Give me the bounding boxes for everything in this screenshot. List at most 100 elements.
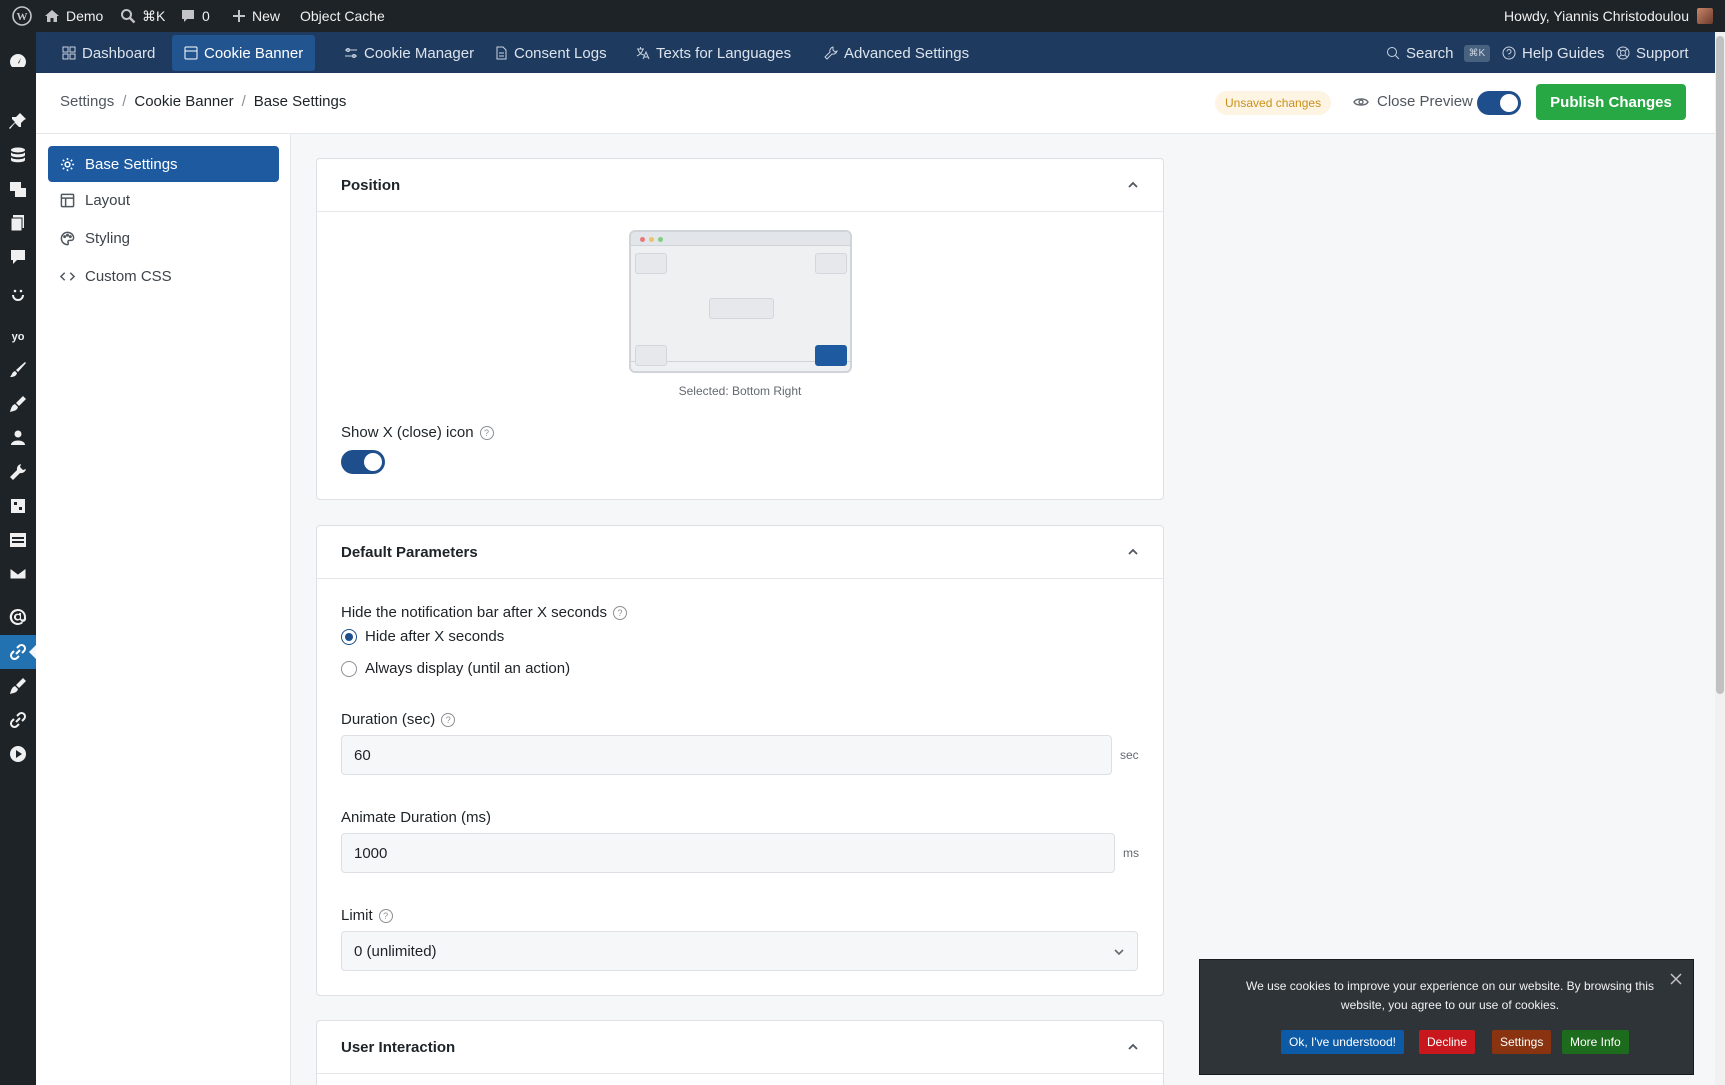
publish-changes-button[interactable]: Publish Changes	[1536, 84, 1686, 120]
site-name-link[interactable]: Demo	[36, 0, 111, 32]
eye-icon	[1353, 97, 1369, 106]
radio-hide-after-dot[interactable]	[341, 628, 357, 645]
sidebar-item-styling[interactable]: Styling	[48, 220, 279, 256]
duration-input[interactable]: 60	[341, 735, 1112, 775]
appearance-icon[interactable]	[0, 387, 36, 421]
database-icon[interactable]	[0, 138, 36, 172]
chevron-up-icon[interactable]	[1127, 179, 1139, 191]
tab-consent-logs[interactable]: Consent Logs	[482, 35, 619, 71]
cookie-settings-button[interactable]: Settings	[1492, 1030, 1552, 1054]
cookie-more-info-button[interactable]: More Info	[1562, 1030, 1629, 1054]
radio-always-display[interactable]: Always display (until an action)	[341, 660, 570, 677]
sidebar-item-label: Custom CSS	[85, 267, 172, 285]
chevron-down-icon	[1114, 949, 1124, 956]
cookie-ok-button[interactable]: Ok, I've understood!	[1281, 1030, 1405, 1054]
sidebar-item-custom-css[interactable]: Custom CSS	[48, 258, 279, 294]
default-parameters-header[interactable]: Default Parameters	[317, 526, 1163, 579]
hide-bar-label: Hide the notification bar after X second…	[341, 604, 607, 621]
wordpress-logo-icon[interactable]: W	[4, 0, 40, 32]
mail-icon[interactable]	[0, 557, 36, 591]
cookie-decline-button[interactable]: Decline	[1419, 1030, 1476, 1054]
link-icon[interactable]	[0, 635, 36, 669]
hammer-icon[interactable]	[0, 669, 36, 703]
pages-icon[interactable]	[0, 206, 36, 240]
duration-unit: sec	[1120, 748, 1139, 762]
nav-support-label: Support	[1636, 44, 1689, 62]
table-icon[interactable]	[0, 523, 36, 557]
tab-advanced-settings[interactable]: Advanced Settings	[812, 35, 981, 71]
comments-icon[interactable]	[0, 240, 36, 274]
object-cache-link[interactable]: Object Cache	[292, 0, 393, 32]
position-top-left[interactable]	[635, 253, 667, 274]
media-icon[interactable]	[0, 172, 36, 206]
position-card-header[interactable]: Position	[317, 159, 1163, 212]
tab-dashboard[interactable]: Dashboard	[50, 35, 167, 71]
chevron-up-icon[interactable]	[1127, 1041, 1139, 1053]
tools-icon[interactable]	[0, 455, 36, 489]
sidebar-item-label: Base Settings	[85, 155, 178, 173]
tab-consent-logs-label: Consent Logs	[514, 44, 607, 62]
search-kbd: ⌘K	[1463, 44, 1491, 62]
search-shortcut[interactable]: ⌘K	[112, 0, 173, 32]
animate-label: Animate Duration (ms)	[341, 809, 492, 826]
scrollbar-thumb[interactable]	[1716, 36, 1724, 694]
my-account[interactable]: Howdy, Yiannis Christodoulou	[1504, 0, 1713, 32]
duration-label: Duration (sec)	[341, 711, 436, 728]
smile-icon[interactable]	[0, 278, 36, 312]
animate-duration-input[interactable]: 1000	[341, 833, 1115, 873]
radio-hide-after[interactable]: Hide after X seconds	[341, 628, 504, 645]
document-icon	[496, 46, 507, 60]
position-bottom-right[interactable]	[815, 345, 847, 366]
search-icon	[121, 9, 136, 24]
plugins-icon[interactable]	[0, 489, 36, 523]
sidebar-item-layout[interactable]: Layout	[48, 182, 279, 218]
cookie-banner-message: We use cookies to improve your experienc…	[1246, 979, 1654, 1012]
nav-support[interactable]: Support	[1604, 35, 1701, 71]
play-icon[interactable]	[0, 737, 36, 771]
radio-always-display-dot[interactable]	[341, 660, 357, 677]
default-parameters-card: Default Parameters Hide the notification…	[316, 525, 1164, 996]
avatar	[1697, 8, 1713, 24]
show-x-toggle[interactable]	[341, 450, 385, 474]
wrench-icon	[824, 46, 838, 60]
at-icon[interactable]	[0, 600, 36, 634]
nav-search[interactable]: Search ⌘K	[1374, 35, 1502, 71]
position-bottom-left[interactable]	[635, 345, 667, 366]
nav-help-guides[interactable]: Help Guides	[1490, 35, 1617, 71]
position-top-right[interactable]	[815, 253, 847, 274]
sidebar-item-base-settings[interactable]: Base Settings	[48, 146, 279, 182]
breadcrumb-settings[interactable]: Settings	[60, 93, 114, 110]
pin-icon[interactable]	[0, 104, 36, 138]
breadcrumb-cookie-banner[interactable]: Cookie Banner	[134, 93, 233, 110]
position-card-title: Position	[341, 176, 401, 194]
tab-cookie-manager[interactable]: Cookie Manager	[332, 35, 486, 71]
show-x-label-group: Show X (close) icon ?	[341, 424, 494, 441]
chevron-up-icon[interactable]	[1127, 546, 1139, 558]
close-icon[interactable]	[1669, 972, 1683, 986]
limit-select[interactable]: 0 (unlimited)	[341, 931, 1138, 971]
help-icon[interactable]: ?	[613, 605, 627, 620]
new-content-link[interactable]: New	[224, 0, 288, 32]
search-shortcut-label: ⌘K	[142, 7, 166, 24]
howdy-text: Howdy, Yiannis Christodoulou	[1504, 8, 1689, 24]
dashboard-icon[interactable]	[0, 44, 36, 78]
duration-label-group: Duration (sec) ?	[341, 711, 456, 728]
comments-link[interactable]: 0	[172, 0, 218, 32]
link-icon[interactable]	[0, 703, 36, 737]
help-icon[interactable]: ?	[479, 425, 494, 440]
help-icon[interactable]: ?	[441, 712, 456, 727]
breadcrumb: Settings / Cookie Banner / Base Settings	[60, 93, 347, 110]
tab-cookie-banner[interactable]: Cookie Banner	[172, 35, 316, 71]
brush-icon[interactable]	[0, 353, 36, 387]
users-icon[interactable]	[0, 421, 36, 455]
yoast-icon[interactable]: yo	[0, 319, 36, 353]
close-preview-label-group[interactable]: Close Preview	[1353, 93, 1473, 110]
unsaved-badge: Unsaved changes	[1215, 91, 1332, 115]
user-interaction-header[interactable]: User Interaction	[317, 1021, 1163, 1074]
user-interaction-card: User Interaction	[316, 1020, 1164, 1085]
help-icon[interactable]: ?	[378, 908, 393, 923]
tab-texts-for-languages[interactable]: Texts for Languages	[624, 35, 803, 71]
position-center[interactable]	[709, 298, 774, 319]
limit-label: Limit	[341, 907, 373, 924]
preview-toggle[interactable]	[1477, 91, 1521, 115]
